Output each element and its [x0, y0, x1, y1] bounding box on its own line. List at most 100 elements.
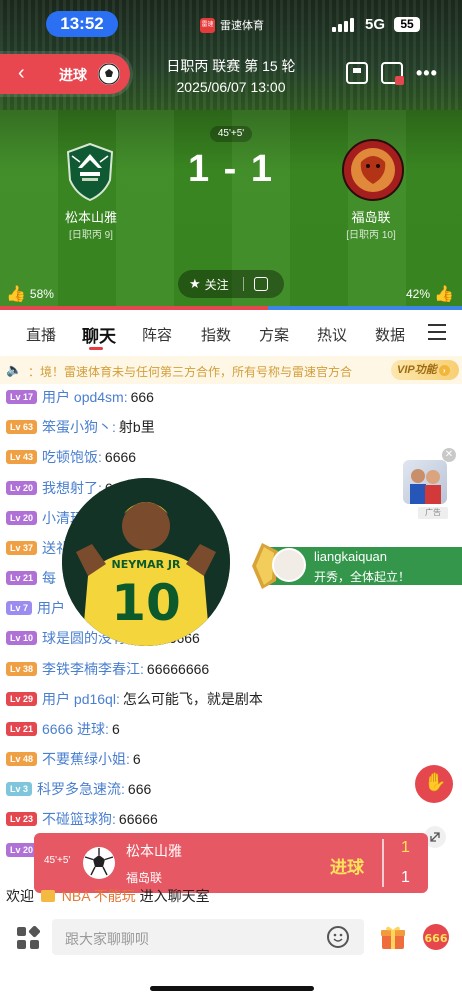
screen-icon[interactable]: [346, 62, 368, 84]
home-team-name[interactable]: 松本山雅: [41, 207, 141, 226]
level-badge: Lv 21: [6, 571, 38, 585]
chat-message[interactable]: Lv 17 用户 opd4sm: 666: [6, 387, 154, 407]
signal-icon: [332, 16, 354, 32]
menu-icon[interactable]: [428, 324, 446, 340]
apps-icon[interactable]: [16, 925, 41, 950]
level-badge: Lv 38: [6, 662, 38, 676]
chat-username[interactable]: 笨蛋小狗丶:: [42, 417, 116, 437]
brand-name: 雷速体育: [220, 20, 264, 32]
tab-live[interactable]: 直播: [26, 324, 56, 345]
follow-label: 关注: [204, 277, 229, 292]
welcome-user[interactable]: NBA 不能玩: [62, 888, 136, 904]
chevron-right-icon: ›: [438, 365, 450, 376]
entry-text: 开秀，全体起立！: [314, 570, 411, 584]
away-team-crest[interactable]: [341, 138, 405, 202]
record-icon[interactable]: [381, 62, 404, 85]
chat-message[interactable]: Lv 37 送礼: [6, 538, 70, 558]
chat-username[interactable]: 用户 opd4sm:: [42, 387, 128, 407]
gift-icon[interactable]: [379, 923, 407, 951]
level-badge: Lv 43: [6, 450, 38, 464]
tab-odds[interactable]: 指数: [201, 324, 231, 345]
entry-avatar: [272, 548, 306, 582]
jersey-number: 10: [111, 574, 181, 632]
match-info: 日职丙 联赛 第 15 轮 2025/06/07 13:00: [150, 56, 312, 98]
more-icon[interactable]: •••: [416, 63, 438, 84]
level-badge: Lv 10: [6, 631, 38, 645]
football-icon: [82, 846, 116, 880]
chat-message[interactable]: Lv 21 每: [6, 568, 56, 588]
ad-label: 广告: [418, 507, 448, 519]
chat-username[interactable]: 每: [42, 568, 56, 588]
chat-message[interactable]: Lv 7 用户: [6, 598, 65, 618]
666-icon[interactable]: 666: [421, 923, 451, 951]
chat-message[interactable]: Lv 63 笨蛋小狗丶: 射b里: [6, 417, 155, 437]
star-icon: ★: [189, 276, 201, 291]
chat-message[interactable]: Lv 21 6666 进球: 6: [6, 719, 120, 739]
chat-username[interactable]: 用户 pd16ql:: [42, 689, 120, 709]
home-team-crest[interactable]: [58, 142, 122, 202]
away-team-rank: [日职丙 10]: [346, 230, 396, 241]
home-team-rank: [日职丙 9]: [69, 230, 113, 241]
chat-username[interactable]: 用户: [37, 598, 65, 618]
entry-username: liangkaiquan: [314, 549, 388, 564]
chat-username[interactable]: 科罗多急速流:: [37, 779, 125, 799]
chat-text: 6: [132, 751, 141, 767]
welcome-message: 欢迎 NBA 不能玩 进入聊天室: [6, 886, 210, 906]
home-like[interactable]: 👍 58%: [6, 284, 54, 304]
chat-input[interactable]: 跟大家聊聊呗: [52, 919, 364, 955]
vip-label: VIP功能: [397, 364, 437, 376]
follow-button[interactable]: ★ 关注: [178, 270, 284, 298]
tab-plans[interactable]: 方案: [259, 324, 289, 345]
goal-pill-label: 进球: [59, 67, 87, 83]
chat-message[interactable]: Lv 48 不要蕉绿小姐: 6: [6, 749, 141, 769]
goal-notification-card[interactable]: 45'+5' 松本山雅 福岛联 进球 1 1: [34, 833, 428, 893]
chat-message[interactable]: Lv 3 科罗多急速流: 666: [6, 779, 151, 799]
share-icon[interactable]: [253, 277, 268, 291]
ad-image[interactable]: [403, 460, 447, 504]
level-badge: Lv 23: [6, 812, 38, 826]
tab-data[interactable]: 数据: [375, 324, 405, 345]
chat-message[interactable]: Lv 23 不碰篮球狗: 66666: [6, 809, 158, 829]
svg-text:666: 666: [425, 932, 448, 945]
goal-card-home-score: 1: [401, 839, 410, 856]
thumbs-up-icon: 👍: [434, 286, 454, 303]
away-like[interactable]: 42% 👍: [406, 284, 454, 304]
tab-hot[interactable]: 热议: [317, 324, 347, 345]
away-team-name[interactable]: 福岛联: [321, 207, 421, 226]
back-chevron-icon[interactable]: ‹: [18, 62, 25, 85]
chat-username[interactable]: 吃顿饱饭:: [42, 447, 102, 467]
chat-text: 6666: [104, 449, 137, 465]
status-time: 13:52: [46, 11, 118, 37]
battery-icon: 55: [394, 17, 420, 32]
vip-button[interactable]: VIP功能 ›: [391, 360, 459, 380]
back-goal-pill[interactable]: ‹ 进球: [0, 54, 130, 94]
chat-text: 666: [127, 781, 152, 797]
chat-message[interactable]: Lv 38 李铁李楠李春江: 66666666: [6, 659, 209, 679]
tab-bar: 直播 聊天 阵容 指数 方案 热议 数据: [0, 316, 462, 354]
chat-username[interactable]: 李铁李楠李春江:: [42, 659, 144, 679]
chat-text: 66666: [118, 811, 158, 827]
chat-username[interactable]: 不要蕉绿小姐:: [42, 749, 130, 769]
competition-label: 日职丙 联赛 第 15 轮: [166, 58, 296, 74]
chat-message[interactable]: Lv 43 吃顿饱饭: 6666: [6, 447, 136, 467]
tab-lineup[interactable]: 阵容: [142, 324, 172, 345]
gift-avatar-overlay[interactable]: NEYMAR JR 10: [62, 478, 230, 646]
brand: 雷速 雷速体育: [200, 16, 264, 34]
header-actions: •••: [346, 62, 438, 85]
wave-hand-button[interactable]: ✋: [415, 765, 453, 803]
level-badge: Lv 3: [6, 782, 33, 796]
chat-username[interactable]: 不碰篮球狗:: [42, 809, 116, 829]
emoji-icon[interactable]: [327, 926, 349, 948]
tab-chat[interactable]: 聊天: [82, 322, 116, 347]
chat-text: 怎么可能飞，就是剧本: [122, 691, 263, 707]
level-badge: Lv 48: [6, 752, 38, 766]
chat-username[interactable]: 我想射了:: [42, 478, 102, 498]
notice-text: ：境！雷速体育未与任何第三方合作，所有号称与雷速官方合: [28, 365, 353, 379]
notice-bar: 🔈 ：境！雷速体育未与任何第三方合作，所有号称与雷速官方合 VIP功能 ›: [0, 356, 462, 384]
chat-text: 666: [130, 389, 154, 405]
chat-username[interactable]: 6666 进球:: [42, 719, 109, 739]
user-entry-banner[interactable]: liangkaiquan 开秀，全体起立！: [252, 541, 462, 591]
chat-message[interactable]: Lv 29 用户 pd16ql: 怎么可能飞，就是剧本: [6, 689, 263, 709]
level-badge: Lv 21: [6, 722, 38, 736]
speaker-icon: 🔈: [6, 362, 23, 377]
